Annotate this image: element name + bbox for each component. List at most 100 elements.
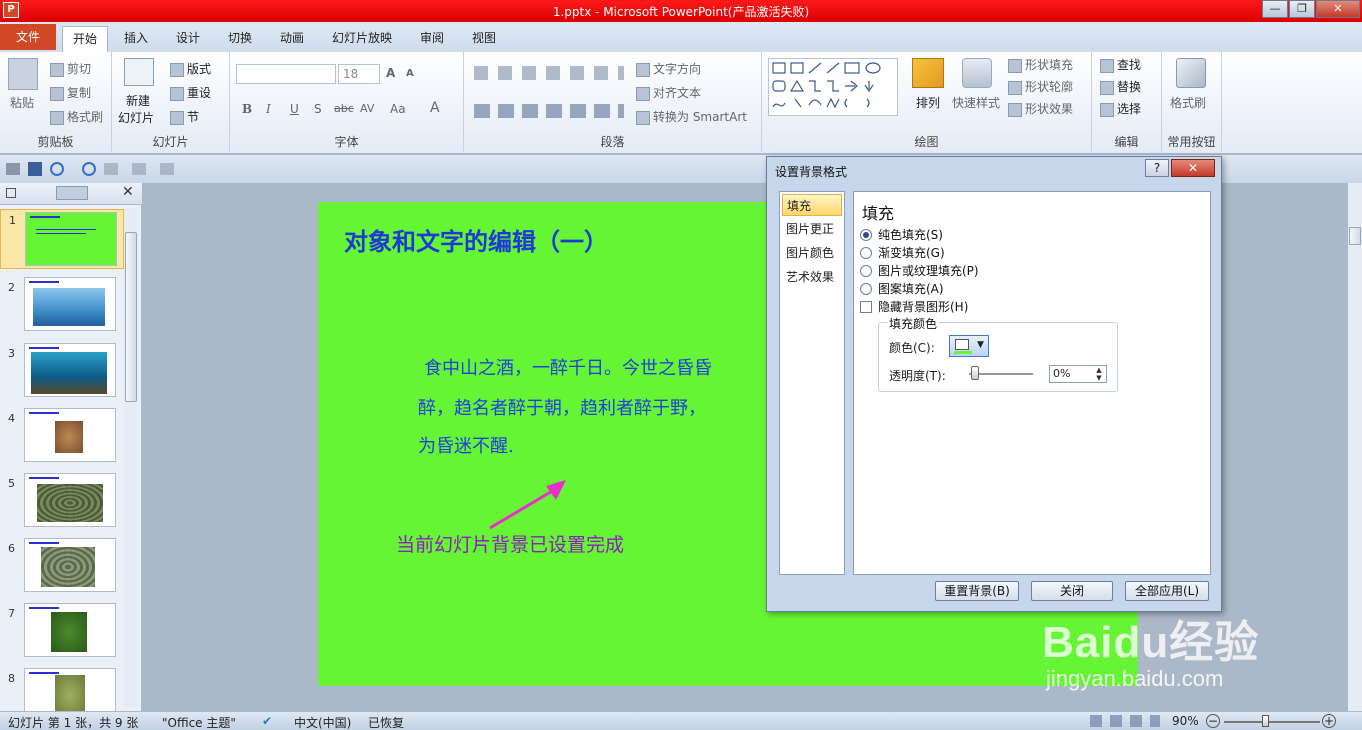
close-window-button[interactable]: ✕ bbox=[1316, 0, 1360, 18]
nav-picture-corrections[interactable]: 图片更正 bbox=[782, 218, 842, 240]
gradient-fill-option[interactable]: 渐变填充(G) bbox=[860, 244, 945, 262]
outline-tab-icon[interactable] bbox=[56, 186, 88, 200]
paste-button[interactable]: 粘贴 bbox=[10, 94, 34, 111]
maximize-button[interactable]: ❐ bbox=[1289, 0, 1315, 18]
font-size-select[interactable]: 18 bbox=[338, 64, 380, 84]
slide-body-line[interactable]: 食中山之酒，一醉千日。今世之昏昏 bbox=[424, 354, 712, 380]
strikethrough-button[interactable]: abc bbox=[334, 102, 354, 115]
pattern-fill-option[interactable]: 图案填充(A) bbox=[860, 280, 944, 298]
quick-styles-button[interactable]: 快速样式 bbox=[952, 94, 1000, 111]
zoom-level[interactable]: 90% bbox=[1172, 714, 1199, 728]
spinner-icon[interactable]: ▲ ▼ bbox=[1092, 366, 1106, 382]
copy-button[interactable]: 复制 bbox=[67, 86, 91, 100]
tab-slideshow[interactable]: 幻灯片放映 bbox=[322, 26, 402, 52]
undo-icon[interactable] bbox=[50, 162, 64, 176]
spellcheck-icon[interactable]: ✔ bbox=[262, 714, 272, 728]
language-indicator[interactable]: 中文(中国) bbox=[294, 714, 351, 730]
radio-icon[interactable] bbox=[860, 283, 872, 295]
close-panel-icon[interactable]: ✕ bbox=[122, 184, 134, 200]
color-picker-button[interactable]: ▼ bbox=[949, 335, 989, 357]
thumbnail-4[interactable]: 4 bbox=[0, 408, 124, 468]
list-buttons[interactable] bbox=[474, 66, 624, 80]
shape-effects-button[interactable]: 形状效果 bbox=[1025, 102, 1073, 116]
zoom-in-icon[interactable]: + bbox=[1322, 714, 1336, 728]
arrange-button[interactable]: 排列 bbox=[916, 94, 940, 111]
tab-file[interactable]: 文件 bbox=[0, 24, 56, 50]
thumbnail-6[interactable]: 6 bbox=[0, 538, 124, 598]
apply-all-button[interactable]: 全部应用(L) bbox=[1125, 581, 1209, 601]
thumbnail-3[interactable]: 3 bbox=[0, 343, 124, 403]
radio-selected-icon[interactable] bbox=[860, 229, 872, 241]
thumbnail-2[interactable]: 2 bbox=[0, 277, 124, 337]
radio-icon[interactable] bbox=[860, 247, 872, 259]
bold-button[interactable]: B bbox=[242, 102, 252, 116]
toolbar-buttons[interactable] bbox=[104, 163, 184, 175]
thumbnail-scrollbar[interactable] bbox=[124, 208, 138, 708]
nav-artistic-effects[interactable]: 艺术效果 bbox=[782, 266, 842, 288]
transparency-slider-thumb[interactable] bbox=[971, 366, 979, 380]
char-spacing-button[interactable]: AV bbox=[360, 102, 374, 115]
zoom-slider-thumb[interactable] bbox=[1262, 715, 1269, 727]
reset-button[interactable]: 重设 bbox=[187, 86, 211, 100]
new-slide-label-1[interactable]: 新建 bbox=[126, 92, 150, 109]
scroll-thumb[interactable] bbox=[1349, 227, 1361, 245]
new-slide-label-2[interactable]: 幻灯片 bbox=[118, 109, 154, 126]
tab-insert[interactable]: 插入 bbox=[114, 26, 158, 52]
nav-fill[interactable]: 填充 bbox=[782, 194, 842, 216]
save-icon[interactable] bbox=[28, 162, 42, 176]
editor-scrollbar[interactable] bbox=[1348, 183, 1362, 711]
scroll-thumb[interactable] bbox=[125, 232, 137, 402]
solid-fill-option[interactable]: 纯色填充(S) bbox=[860, 226, 943, 244]
format-painter-button[interactable]: 格式刷 bbox=[67, 110, 103, 124]
shape-fill-button[interactable]: 形状填充 bbox=[1025, 58, 1073, 72]
thumbnail-1[interactable]: 1 bbox=[0, 209, 124, 269]
minimize-button[interactable]: — bbox=[1262, 0, 1288, 18]
align-buttons[interactable] bbox=[474, 104, 624, 118]
redo-icon[interactable] bbox=[82, 162, 96, 176]
slides-tab-icon[interactable] bbox=[6, 188, 16, 198]
slide-body-line[interactable]: 为昏迷不醒. bbox=[418, 432, 514, 458]
help-button[interactable]: ? bbox=[1145, 159, 1169, 177]
radio-icon[interactable] bbox=[860, 265, 872, 277]
slide-body-line[interactable]: 醉，趋名者醉于朝，趋利者醉于野， bbox=[418, 394, 706, 420]
view-buttons[interactable] bbox=[1090, 715, 1160, 727]
replace-button[interactable]: 替换 bbox=[1117, 80, 1141, 94]
reset-background-button[interactable]: 重置背景(B) bbox=[935, 581, 1019, 601]
tab-transitions[interactable]: 切换 bbox=[218, 26, 262, 52]
close-button[interactable]: 关闭 bbox=[1031, 581, 1113, 601]
change-case-button[interactable]: Aa bbox=[390, 102, 406, 116]
tab-animations[interactable]: 动画 bbox=[270, 26, 314, 52]
grow-font-button[interactable]: A bbox=[386, 66, 395, 80]
shape-outline-button[interactable]: 形状轮廓 bbox=[1025, 80, 1073, 94]
zoom-slider[interactable] bbox=[1224, 721, 1320, 723]
select-button[interactable]: 选择 bbox=[1117, 102, 1141, 116]
layout-button[interactable]: 版式 bbox=[187, 62, 211, 76]
common-format-painter-button[interactable]: 格式刷 bbox=[1170, 94, 1206, 111]
zoom-out-icon[interactable]: − bbox=[1206, 714, 1220, 728]
picture-fill-option[interactable]: 图片或纹理填充(P) bbox=[860, 262, 979, 280]
tab-review[interactable]: 审阅 bbox=[410, 26, 454, 52]
text-direction-button[interactable]: 文字方向 bbox=[653, 62, 701, 76]
thumbnail-5[interactable]: 5 bbox=[0, 473, 124, 533]
underline-button[interactable]: U bbox=[290, 102, 299, 116]
checkbox-icon[interactable] bbox=[860, 301, 872, 313]
find-button[interactable]: 查找 bbox=[1117, 58, 1141, 72]
shrink-font-button[interactable]: A bbox=[406, 68, 414, 79]
shadow-button[interactable]: S bbox=[314, 102, 322, 116]
shapes-gallery[interactable] bbox=[768, 58, 898, 116]
align-text-button[interactable]: 对齐文本 bbox=[653, 86, 701, 100]
slide-caption[interactable]: 当前幻灯片背景已设置完成 bbox=[396, 530, 624, 557]
thumbnail-7[interactable]: 7 bbox=[0, 603, 124, 663]
slide-title[interactable]: 对象和文字的编辑（一） bbox=[344, 222, 608, 257]
font-name-select[interactable] bbox=[236, 64, 336, 84]
nav-picture-color[interactable]: 图片颜色 bbox=[782, 242, 842, 264]
toolbar-icon[interactable] bbox=[6, 163, 20, 175]
smartart-button[interactable]: 转换为 SmartArt bbox=[653, 110, 747, 124]
dialog-close-button[interactable]: ✕ bbox=[1171, 159, 1215, 177]
tab-design[interactable]: 设计 bbox=[166, 26, 210, 52]
italic-button[interactable]: I bbox=[266, 102, 271, 116]
section-button[interactable]: 节 bbox=[187, 110, 199, 124]
theme-name[interactable]: "Office 主题" bbox=[162, 714, 236, 730]
hide-background-option[interactable]: 隐藏背景图形(H) bbox=[860, 298, 968, 316]
cut-button[interactable]: 剪切 bbox=[67, 62, 91, 76]
